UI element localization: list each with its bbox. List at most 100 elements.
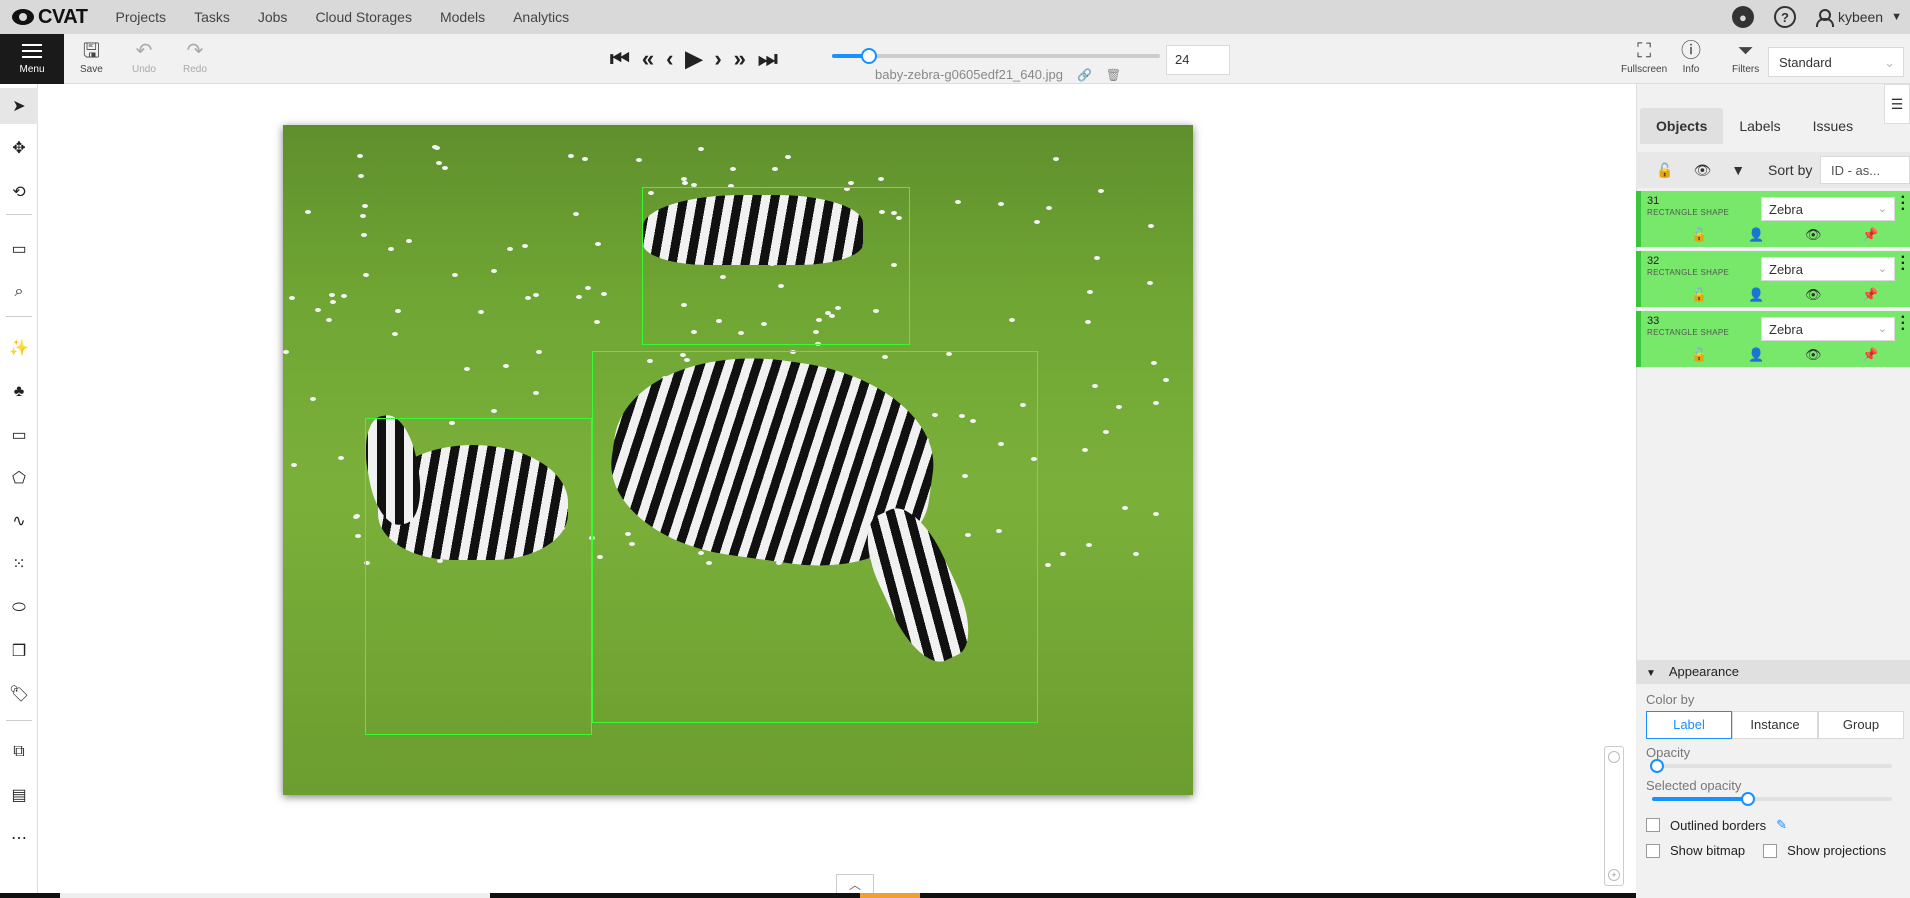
workspace-select[interactable]: Standard ⌄	[1768, 47, 1904, 77]
frame-slider[interactable]	[832, 48, 1160, 64]
nav-tasks[interactable]: Tasks	[194, 9, 230, 25]
filters-button[interactable]: ⏷ Filters	[1732, 40, 1759, 75]
fit-image-icon[interactable]: ▭	[0, 231, 38, 267]
color-by-label-option[interactable]: Label	[1646, 711, 1732, 739]
merge-shapes-icon[interactable]: ⧉	[0, 734, 38, 770]
checkbox-box[interactable]	[1646, 843, 1660, 858]
link-icon[interactable]: 🔗	[1077, 68, 1092, 82]
show-bitmap-checkbox[interactable]: Show bitmap	[1646, 843, 1745, 858]
object-item-33[interactable]: 33 RECTANGLE SHAPE Zebra ⌄ · · · 🔓 👤 👁 📌	[1636, 310, 1910, 367]
draw-polyline-icon[interactable]: ∿	[0, 503, 38, 539]
more-options-icon[interactable]: · · ·	[1901, 310, 1906, 338]
user-menu[interactable]: kybeen ▼	[1815, 9, 1902, 27]
hide-all-icon[interactable]: 👁	[1693, 162, 1711, 179]
object-item-32[interactable]: 32 RECTANGLE SHAPE Zebra ⌄ · · · 🔓 👤 👁 📌	[1636, 250, 1910, 307]
setup-tag-icon[interactable]: 🏷	[0, 676, 38, 712]
save-button[interactable]: 🖫 Save	[80, 40, 103, 75]
tab-objects[interactable]: Objects	[1640, 108, 1724, 144]
first-frame-icon[interactable]: ⏮	[610, 48, 630, 70]
github-icon[interactable]: ●	[1731, 6, 1754, 28]
tab-issues[interactable]: Issues	[1797, 108, 1869, 144]
pin-icon[interactable]: 📌	[1862, 347, 1910, 363]
occluded-icon[interactable]: 👤	[1748, 347, 1805, 363]
lock-icon[interactable]: 🔓	[1691, 227, 1748, 243]
cursor-tool-icon[interactable]: ➤	[0, 88, 38, 124]
visibility-icon[interactable]: 👁	[1805, 287, 1862, 303]
nav-models[interactable]: Models	[440, 9, 485, 25]
tab-labels[interactable]: Labels	[1723, 108, 1796, 144]
fast-backward-icon[interactable]: «	[642, 48, 654, 70]
menu-button[interactable]: Menu	[0, 34, 64, 84]
nav-analytics[interactable]: Analytics	[513, 9, 569, 25]
visibility-icon[interactable]: 👁	[1805, 347, 1862, 363]
draw-ellipse-icon[interactable]: ⬭	[0, 590, 38, 626]
rotate-tool-icon[interactable]: ⟲	[0, 174, 38, 210]
object-label-select[interactable]: Zebra ⌄	[1761, 197, 1895, 221]
nav-jobs[interactable]: Jobs	[258, 9, 288, 25]
delete-frame-icon[interactable]: 🗑	[1106, 68, 1121, 82]
checkbox-box[interactable]	[1763, 843, 1778, 858]
move-tool-icon[interactable]: ✥	[0, 130, 38, 166]
outlined-borders-checkbox[interactable]: Outlined borders ✎	[1646, 817, 1910, 833]
bbox-33[interactable]	[365, 418, 592, 735]
opacity-slider[interactable]	[1649, 759, 1892, 773]
magic-wand-icon[interactable]: ✨	[0, 330, 38, 366]
lock-icon[interactable]: 🔓	[1691, 287, 1748, 303]
collapse-sidebar-icon[interactable]: ☰	[1884, 84, 1910, 124]
redo-button[interactable]: ↷ Redo	[183, 40, 207, 75]
bbox-32[interactable]	[592, 351, 1038, 723]
fullscreen-button[interactable]: ⛶ Fullscreen	[1621, 40, 1667, 75]
sort-by-select[interactable]: ID - as...	[1820, 156, 1910, 184]
chevron-down-icon: ⌄	[1877, 323, 1887, 335]
draw-cuboid-icon[interactable]: ❒	[0, 633, 38, 669]
object-item-31[interactable]: 31 RECTANGLE SHAPE Zebra ⌄ · · · 🔓 👤 👁 📌	[1636, 190, 1910, 247]
checkbox-box[interactable]	[1646, 818, 1660, 832]
visibility-icon[interactable]: 👁	[1805, 227, 1862, 243]
color-by-instance-option[interactable]: Instance	[1732, 711, 1818, 739]
openvino-icon[interactable]: ♣	[0, 374, 38, 410]
help-icon[interactable]: ?	[1773, 6, 1796, 28]
collapse-all-icon[interactable]: ▼	[1731, 162, 1745, 178]
appearance-header[interactable]: ▼ Appearance	[1636, 660, 1910, 684]
show-projections-checkbox[interactable]: Show projections	[1763, 843, 1886, 858]
info-button[interactable]: ⓘ Info	[1681, 40, 1701, 75]
occluded-icon[interactable]: 👤	[1748, 227, 1805, 243]
lock-all-icon[interactable]: 🔓	[1656, 162, 1673, 179]
zoom-in-icon[interactable]: +	[1608, 869, 1620, 881]
pin-icon[interactable]: 📌	[1862, 227, 1910, 243]
fast-forward-icon[interactable]: »	[734, 48, 746, 70]
last-frame-icon[interactable]: ⏭	[758, 48, 778, 70]
nav-cloud-storages[interactable]: Cloud Storages	[315, 9, 412, 25]
draw-rectangle-icon[interactable]: ▭	[0, 417, 38, 453]
group-shapes-icon[interactable]: ▤	[0, 777, 38, 813]
selected-opacity-slider[interactable]	[1652, 792, 1892, 806]
zoom-reset-icon[interactable]	[1608, 751, 1620, 763]
split-track-icon[interactable]: ⋯	[0, 820, 38, 856]
color-by-group-option[interactable]: Group	[1818, 711, 1904, 739]
draw-polygon-icon[interactable]: ⬠	[0, 460, 38, 496]
opacity-handle[interactable]	[1649, 759, 1664, 773]
frame-slider-handle[interactable]	[861, 48, 878, 64]
object-label-select[interactable]: Zebra ⌄	[1761, 257, 1895, 281]
previous-frame-icon[interactable]: ‹	[666, 48, 673, 70]
occluded-icon[interactable]: 👤	[1748, 287, 1805, 303]
logo-eye-icon	[12, 9, 34, 25]
zoom-region-icon[interactable]: ⌕	[0, 274, 38, 310]
pin-icon[interactable]: 📌	[1862, 287, 1910, 303]
color-picker-icon[interactable]: ✎	[1776, 817, 1787, 833]
zoom-strip[interactable]: +	[1604, 746, 1624, 886]
nav-projects[interactable]: Projects	[115, 9, 166, 25]
frame-image[interactable]	[283, 125, 1193, 795]
play-icon[interactable]: ▶	[685, 48, 702, 70]
selected-opacity-handle[interactable]	[1741, 792, 1755, 806]
more-options-icon[interactable]: · · ·	[1901, 250, 1906, 278]
more-options-icon[interactable]: · · ·	[1901, 190, 1906, 218]
next-frame-icon[interactable]: ›	[714, 48, 721, 70]
lock-icon[interactable]: 🔓	[1691, 347, 1748, 363]
draw-points-icon[interactable]: ⁙	[0, 546, 38, 582]
object-label-select[interactable]: Zebra ⌄	[1761, 317, 1895, 341]
frame-number-input[interactable]: 24	[1166, 45, 1230, 75]
bbox-31[interactable]	[642, 187, 910, 345]
cvat-logo[interactable]: CVAT	[12, 6, 88, 29]
undo-button[interactable]: ↶ Undo	[132, 40, 156, 75]
